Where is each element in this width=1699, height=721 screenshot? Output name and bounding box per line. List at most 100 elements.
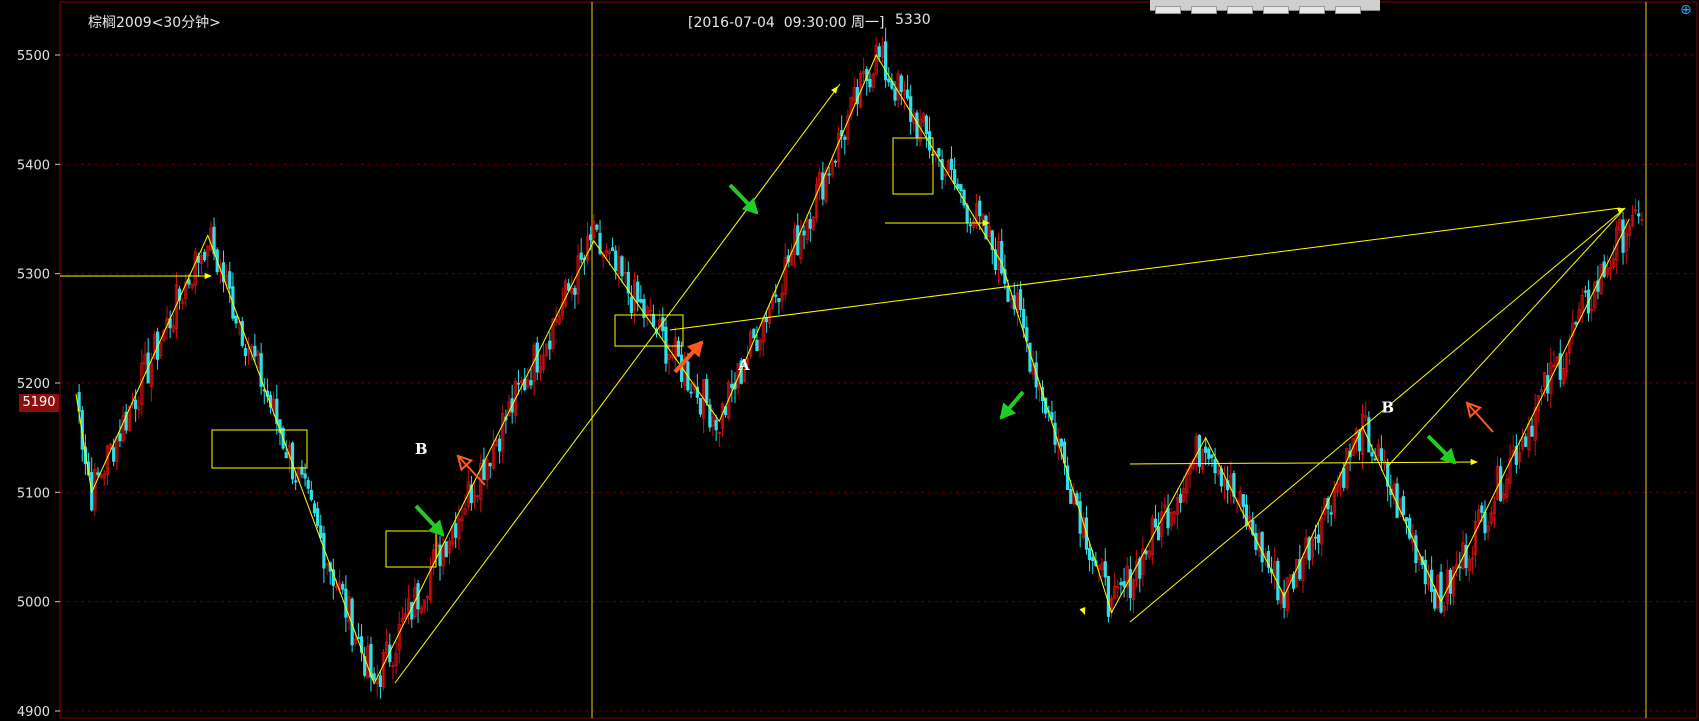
toolbar-button[interactable]	[1191, 6, 1217, 14]
candle-body	[937, 148, 941, 157]
candle-body	[243, 348, 248, 357]
cursor-time: [2016-07-04 09:30:00 周一]	[688, 15, 885, 31]
candle-body	[309, 490, 313, 500]
toolbar-button[interactable]	[1335, 6, 1361, 14]
y-tick-label: 4900	[17, 705, 50, 720]
candle-body	[253, 345, 257, 357]
chart-toolbar[interactable]	[1150, 0, 1380, 14]
candle-body	[620, 256, 624, 277]
candle-body	[203, 251, 207, 261]
candle-body	[1483, 511, 1487, 534]
candle-body	[378, 675, 382, 687]
candle-body	[341, 583, 345, 590]
candle-body	[909, 96, 913, 122]
candle-body	[978, 200, 982, 217]
chart-frame	[59, 1, 1698, 719]
candle-body	[833, 160, 837, 163]
instrument-title: 棕榈2009<30分钟>	[88, 15, 221, 31]
candle-body	[1153, 518, 1158, 528]
candle-body	[118, 433, 122, 442]
y-tick-label: 5300	[17, 268, 50, 283]
candle-body	[187, 279, 191, 285]
candle-body	[595, 224, 599, 230]
arrowhead	[1079, 607, 1086, 615]
horizontal-level	[1129, 461, 1476, 465]
candle-body	[1637, 213, 1641, 217]
toolbar-button[interactable]	[1299, 6, 1325, 14]
candle-body	[1087, 548, 1092, 561]
candle-body	[962, 189, 966, 206]
candle-body	[1583, 290, 1587, 293]
y-tick-label: 5200	[17, 377, 50, 392]
candle-body	[516, 382, 521, 385]
candle-body	[312, 503, 317, 514]
candle-body	[1260, 531, 1264, 563]
toolbar-button[interactable]	[1227, 6, 1253, 14]
candle-body	[134, 399, 138, 409]
candle-body	[410, 602, 414, 620]
candle-body	[610, 247, 615, 252]
y-tick-label: 5100	[17, 486, 50, 501]
candle-body	[284, 452, 288, 459]
candle-body	[1241, 494, 1245, 508]
candle-body	[1213, 458, 1217, 474]
chart-canvas[interactable]: 4900 5000 5100 5200 5300 5400 5500 B A B	[0, 0, 1699, 721]
candle-body	[1458, 566, 1462, 569]
cursor-value: 5330	[895, 12, 931, 28]
candle-body	[924, 115, 928, 134]
candle-body	[1524, 436, 1528, 447]
trend-line	[1387, 207, 1626, 467]
candle-body	[899, 75, 903, 92]
candle-body	[676, 340, 681, 357]
toolbar-button[interactable]	[1263, 6, 1289, 14]
candlestick-chart[interactable]: 4900 5000 5100 5200 5300 5400 5500 B A B 棕榈2009<3…	[0, 0, 1699, 721]
candle-body	[1480, 505, 1484, 513]
candle-body	[1028, 342, 1032, 372]
candle-body	[689, 391, 693, 394]
candle-body	[1317, 534, 1321, 543]
candle-body	[843, 136, 847, 140]
candle-body	[1313, 536, 1318, 539]
candle-body	[884, 41, 888, 81]
candle-body	[953, 169, 957, 185]
y-tick-label: 5400	[17, 158, 50, 173]
candle-body	[893, 88, 897, 101]
candle-body	[234, 315, 238, 324]
zoom-in-icon[interactable]: ⊕	[1680, 2, 1696, 18]
candle-body	[294, 480, 298, 483]
candle-body	[344, 588, 348, 618]
candle-body	[1128, 569, 1132, 598]
candle-body	[1401, 496, 1405, 516]
toolbar-button[interactable]	[1155, 6, 1181, 14]
candle-body	[802, 230, 806, 236]
candle-body	[1379, 448, 1384, 462]
candle-body	[1530, 425, 1534, 437]
candle-body	[1574, 322, 1578, 325]
candle-body	[303, 473, 307, 479]
candle-body	[529, 380, 533, 386]
candle-body	[1069, 488, 1073, 504]
candle-body	[228, 271, 232, 289]
candle-body	[915, 112, 919, 139]
candle-body	[1144, 550, 1148, 555]
candle-body	[639, 298, 643, 303]
candle-body	[579, 252, 583, 260]
candle-body	[454, 523, 458, 538]
candle-body	[1078, 501, 1082, 534]
candle-body	[1621, 219, 1625, 253]
candle-body	[1370, 452, 1374, 457]
pattern-box	[892, 137, 934, 195]
candle-body	[877, 46, 881, 57]
annotation-label: B	[1381, 399, 1394, 417]
candle-body	[1433, 589, 1437, 609]
candle-body	[488, 463, 492, 467]
candle-body	[629, 296, 634, 314]
candle-body	[730, 383, 734, 389]
y-tick-label: 5000	[17, 596, 50, 611]
candle-body	[949, 158, 954, 170]
annotation-label: B	[415, 440, 428, 458]
candle-body	[319, 525, 323, 539]
candle-body	[1006, 285, 1010, 302]
candle-body	[777, 298, 781, 303]
candle-body	[1204, 446, 1208, 453]
